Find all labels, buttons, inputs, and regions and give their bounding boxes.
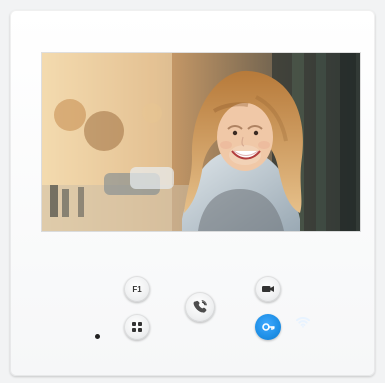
answer-button[interactable] [185,292,215,322]
video-feed [42,53,360,231]
key-icon [262,323,275,331]
menu-button[interactable] [124,314,150,340]
brand-label [177,16,237,22]
device-stage: F1 [0,0,385,383]
status-led [95,334,100,339]
f1-label: F1 [132,284,142,294]
camera-icon [262,286,274,292]
f1-button[interactable]: F1 [124,276,150,302]
grid-icon [132,322,142,332]
camera-button[interactable] [255,276,281,302]
video-screen [42,53,360,231]
door-release-button[interactable] [255,314,281,340]
handset-speech-icon [193,300,207,313]
wifi-icon [296,316,310,328]
